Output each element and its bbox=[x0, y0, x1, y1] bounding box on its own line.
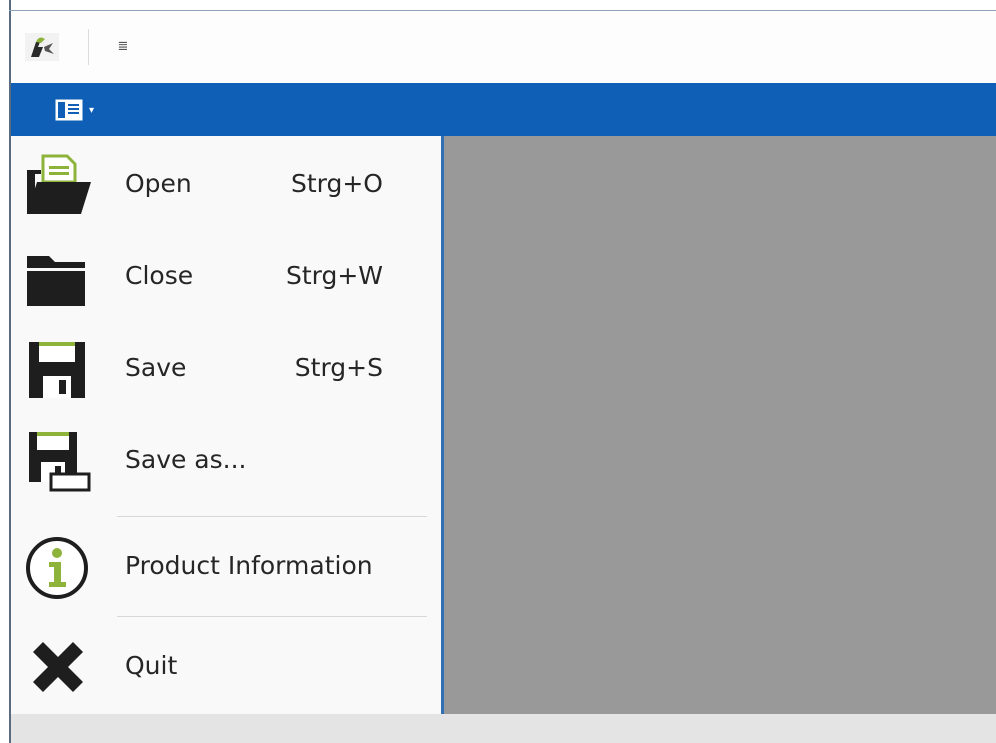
menu-item-close[interactable]: Close Strg+W bbox=[11, 230, 441, 322]
ribbon-bar: ▾ bbox=[11, 83, 996, 136]
menu-item-label: Quit bbox=[125, 651, 178, 680]
menu-item-label: Save bbox=[125, 353, 187, 382]
app-menu-button[interactable]: ▾ bbox=[55, 95, 115, 125]
menu-item-quit[interactable]: Quit bbox=[11, 620, 441, 712]
toolbar-separator bbox=[88, 29, 89, 65]
info-icon bbox=[23, 534, 93, 600]
menu-item-product-information[interactable]: Product Information bbox=[11, 520, 441, 612]
application-window: ≣ ▾ Open Strg+O Close Strg+W Save Strg+S… bbox=[0, 0, 996, 743]
menu-item-label: Close bbox=[125, 261, 194, 290]
app-menu-icon bbox=[55, 99, 83, 121]
folder-icon bbox=[23, 244, 93, 310]
save-as-icon bbox=[23, 428, 93, 494]
menu-item-label: Product Information bbox=[125, 551, 373, 580]
menu-item-shortcut: Strg+W bbox=[285, 261, 383, 290]
customize-toolbar-icon[interactable]: ≣ bbox=[111, 35, 135, 59]
menu-separator bbox=[117, 616, 427, 617]
menu-item-shortcut: Strg+O bbox=[290, 169, 383, 198]
menu-item-label: Save as... bbox=[125, 445, 247, 474]
close-x-icon bbox=[23, 634, 93, 700]
app-logo-icon[interactable] bbox=[25, 33, 59, 61]
document-content-area bbox=[444, 136, 996, 714]
status-bar bbox=[11, 714, 996, 743]
menu-item-save[interactable]: Save Strg+S bbox=[11, 322, 441, 414]
quick-access-toolbar: ≣ bbox=[11, 11, 996, 83]
open-folder-icon bbox=[23, 152, 93, 218]
menu-item-open[interactable]: Open Strg+O bbox=[11, 138, 441, 230]
menu-item-label: Open bbox=[125, 169, 192, 198]
menu-separator bbox=[117, 516, 427, 517]
menu-item-shortcut: Strg+S bbox=[294, 353, 383, 382]
menu-item-save-as[interactable]: Save as... bbox=[11, 414, 441, 506]
save-icon bbox=[23, 336, 93, 402]
chevron-down-icon: ▾ bbox=[89, 104, 95, 116]
backstage-menu: Open Strg+O Close Strg+W Save Strg+S Sav… bbox=[11, 136, 441, 714]
